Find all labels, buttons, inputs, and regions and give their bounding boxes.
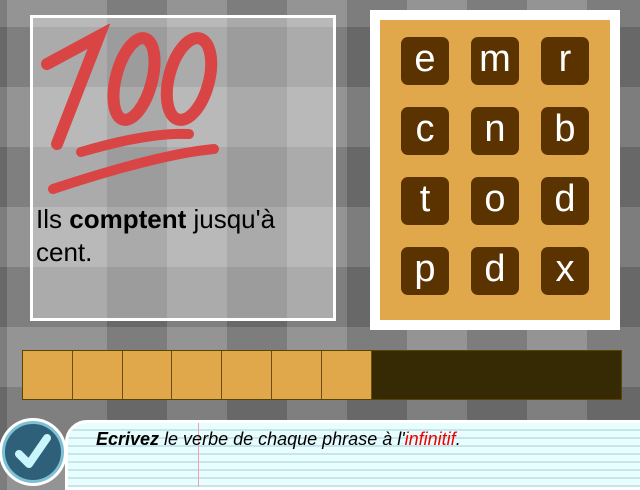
letter-tile[interactable]: m (471, 37, 519, 85)
progress-cell-empty (372, 351, 422, 399)
progress-bar (22, 350, 622, 400)
progress-cell-filled (72, 351, 123, 399)
progress-cell-filled (23, 351, 73, 399)
progress-cell-filled (122, 351, 173, 399)
sentence-card: Ils comptent jusqu'à cent. (30, 15, 336, 321)
progress-cell-empty (422, 351, 472, 399)
progress-cell-filled (222, 351, 273, 399)
letter-tile[interactable]: d (471, 247, 519, 295)
letter-tile[interactable]: n (471, 107, 519, 155)
letter-board: emrcnbtodpdx (370, 10, 620, 330)
letter-tile[interactable]: d (541, 177, 589, 225)
progress-cell-empty (571, 351, 621, 399)
letter-tile[interactable]: x (541, 247, 589, 295)
progress-cell-filled (272, 351, 322, 399)
letter-tile[interactable]: b (541, 107, 589, 155)
letter-tile[interactable]: t (401, 177, 449, 225)
progress-cell-filled (172, 351, 223, 399)
progress-cell-empty (521, 351, 571, 399)
progress-cell-empty (471, 351, 521, 399)
hundred-points-icon (41, 24, 219, 194)
instruction-text: Ecrivez le verbe de chaque phrase à l'in… (96, 429, 461, 449)
letter-tile[interactable]: p (401, 247, 449, 295)
checkmark-icon (15, 434, 51, 468)
verb: comptent (69, 204, 187, 234)
letter-tile[interactable]: c (401, 107, 449, 155)
letter-tile[interactable]: o (471, 177, 519, 225)
check-button[interactable] (2, 421, 64, 483)
progress-cell-filled (321, 351, 372, 399)
letter-tile[interactable]: e (401, 37, 449, 85)
letter-tile[interactable]: r (541, 37, 589, 85)
sentence-text: Ils comptent jusqu'à cent. (36, 204, 276, 267)
